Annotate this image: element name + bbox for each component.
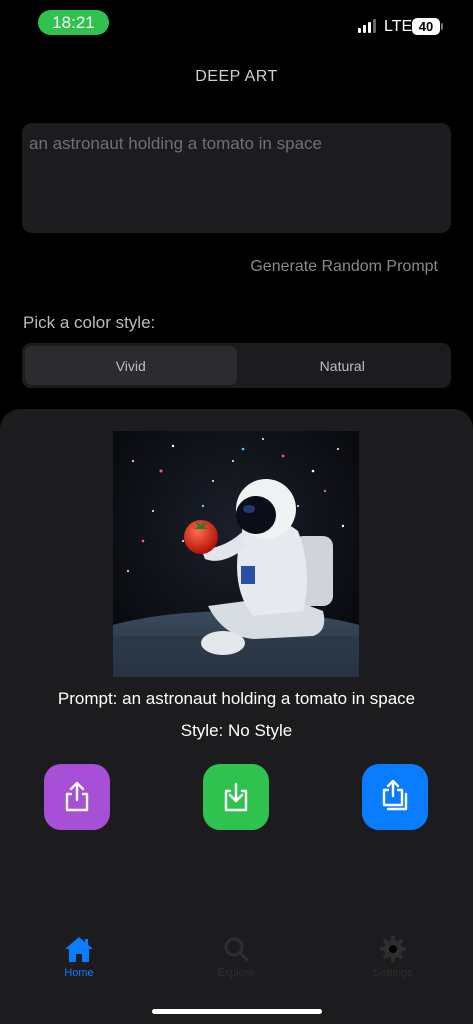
- gear-icon: [380, 936, 406, 962]
- save-image-button[interactable]: [203, 764, 269, 830]
- status-time: 18:21: [38, 10, 109, 35]
- prompt-input[interactable]: an astronaut holding a tomato in space: [22, 123, 451, 233]
- network-label: LTE: [384, 18, 413, 35]
- status-bar: 18:21 LTE 40: [0, 0, 473, 48]
- battery-icon: 40: [412, 18, 440, 35]
- tab-home[interactable]: Home: [39, 935, 119, 979]
- share-button[interactable]: [44, 764, 110, 830]
- share-icon: [65, 781, 89, 812]
- page-title: DEEP ART: [195, 68, 278, 85]
- house-icon: [65, 937, 93, 962]
- tab-settings[interactable]: Settings: [353, 935, 433, 979]
- share-multiple-icon: [382, 779, 408, 811]
- result-sheet: Prompt: an astronaut holding a tomato in…: [0, 409, 473, 1024]
- result-prompt-text: Prompt: an astronaut holding a tomato in…: [57, 689, 416, 708]
- generated-image[interactable]: [113, 431, 359, 677]
- tab-settings-label: Settings: [373, 967, 413, 979]
- tab-explore-label: Explore: [217, 967, 255, 979]
- segment-natural[interactable]: Natural: [237, 346, 449, 385]
- color-style-segmented-control: Vivid Natural: [22, 343, 451, 388]
- download-icon: [224, 782, 248, 812]
- magnifier-icon: [224, 937, 249, 962]
- tab-bar: Home Explore Settings: [0, 935, 473, 995]
- tab-explore[interactable]: Explore: [196, 935, 276, 979]
- segment-vivid[interactable]: Vivid: [25, 346, 237, 385]
- generate-random-prompt-button[interactable]: Generate Random Prompt: [250, 258, 438, 276]
- result-style-text: Style: No Style: [180, 721, 293, 740]
- color-style-label: Pick a color style:: [23, 313, 156, 332]
- signal-icon: [358, 19, 376, 33]
- battery-tip: [441, 23, 443, 30]
- tab-home-label: Home: [64, 967, 94, 979]
- home-indicator: [152, 1009, 322, 1014]
- share-multiple-button[interactable]: [362, 764, 428, 830]
